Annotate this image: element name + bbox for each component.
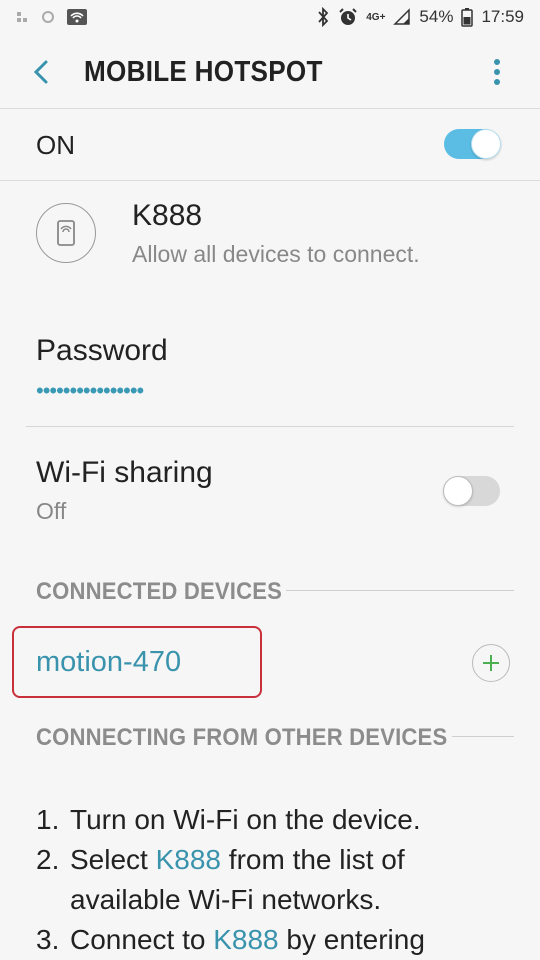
app-header: MOBILE HOTSPOT <box>0 36 540 109</box>
connected-device-item[interactable]: motion-470 <box>36 646 181 679</box>
signal-icon <box>393 8 411 25</box>
wifi-sharing-row[interactable]: Wi-Fi sharing Off <box>0 440 540 540</box>
bluetooth-icon <box>318 7 329 27</box>
step-text-post: from the list of <box>221 844 405 875</box>
hotspot-toggle-row[interactable]: ON <box>0 108 540 181</box>
add-device-button[interactable] <box>472 644 510 682</box>
network-subtitle: Allow all devices to connect. <box>132 241 420 267</box>
instruction-step: 1. Turn on Wi-Fi on the device. <box>36 800 516 840</box>
instruction-step: 3. Connect to K888 by entering <box>36 920 516 960</box>
plus-icon <box>482 654 499 671</box>
section-divider <box>452 736 514 737</box>
step-text-pre: Select <box>70 844 156 875</box>
hotspot-toggle[interactable] <box>444 129 501 159</box>
alarm-icon <box>339 8 357 25</box>
step-text: Turn on Wi-Fi on the device. <box>70 804 421 835</box>
chevron-left-icon <box>33 60 48 84</box>
step-text: Connect to K888 by entering <box>70 920 425 960</box>
battery-percent: 54% <box>419 7 454 26</box>
connecting-header: CONNECTING FROM OTHER DEVICES <box>36 724 448 751</box>
password-value: •••••••••••••••• <box>36 378 144 403</box>
back-button[interactable] <box>26 56 58 88</box>
more-options-button[interactable] <box>490 58 504 88</box>
instructions-list: 1. Turn on Wi-Fi on the device. 2. Selec… <box>36 800 516 960</box>
hotspot-status-label: ON <box>36 130 75 160</box>
battery-icon <box>461 8 474 27</box>
network-name: K888 <box>132 199 203 232</box>
instruction-step-continuation: available Wi-Fi networks. <box>36 880 516 920</box>
network-name-link: K888 <box>155 844 222 875</box>
clock: 17:59 <box>481 7 524 26</box>
step-text-pre: Connect to <box>70 924 214 955</box>
instruction-step: 2. Select K888 from the list of <box>36 840 516 880</box>
sync-icon <box>42 11 54 23</box>
page-title: MOBILE HOTSPOT <box>84 56 323 88</box>
wifi-sharing-status: Off <box>36 498 67 524</box>
password-label: Password <box>36 334 168 367</box>
hotspot-status-icon <box>67 9 87 25</box>
step-text: available Wi-Fi networks. <box>70 884 382 915</box>
step-text-post: by entering <box>278 924 425 955</box>
status-left-icons <box>14 8 88 26</box>
step-number: 1. <box>36 804 60 835</box>
toggle-knob <box>471 129 501 159</box>
network-settings-row[interactable]: K888 Allow all devices to connect. <box>0 181 540 291</box>
status-right-icons: 4G+ 54% 17:59 <box>316 7 524 27</box>
more-vert-icon <box>494 59 500 85</box>
status-bar: 4G+ 54% 17:59 <box>0 0 540 36</box>
step-text: Select K888 from the list of <box>70 840 405 880</box>
network-type: 4G+ <box>366 11 386 23</box>
step-number: 3. <box>36 924 60 955</box>
wifi-sharing-toggle[interactable] <box>443 476 500 506</box>
password-row[interactable]: Password •••••••••••••••• <box>0 320 540 426</box>
toggle-knob <box>443 476 473 506</box>
network-name-link: K888 <box>213 924 279 955</box>
notification-icon <box>17 12 27 22</box>
phone-hotspot-icon <box>36 203 96 263</box>
section-divider <box>286 590 514 591</box>
wifi-sharing-label: Wi-Fi sharing <box>36 456 213 489</box>
divider <box>26 426 514 427</box>
connected-devices-header: CONNECTED DEVICES <box>36 578 283 605</box>
step-number: 2. <box>36 844 60 875</box>
